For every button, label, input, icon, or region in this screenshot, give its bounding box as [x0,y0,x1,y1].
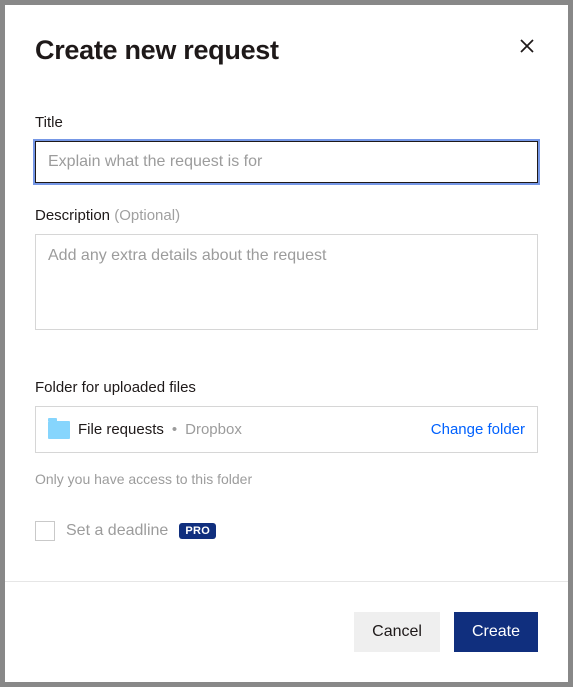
dialog-heading: Create new request [35,35,279,66]
close-icon [518,37,536,58]
folder-name: File requests [78,421,164,438]
folder-path: Dropbox [185,421,242,438]
change-folder-link[interactable]: Change folder [431,421,525,438]
folder-helper-text: Only you have access to this folder [35,471,538,487]
description-field-block: Description (Optional) [35,207,538,335]
optional-hint: (Optional) [114,207,180,224]
title-field-block: Title [35,114,538,183]
cancel-button[interactable]: Cancel [354,612,440,652]
deadline-checkbox[interactable] [35,521,55,541]
deadline-row: Set a deadline PRO [35,521,538,541]
folder-picker: File requests • Dropbox Change folder [35,406,538,453]
pro-badge: PRO [179,523,216,539]
dialog-footer: Cancel Create [5,581,568,682]
folder-selection: File requests • Dropbox [48,421,242,439]
folder-icon [48,421,70,439]
description-input[interactable] [35,234,538,330]
deadline-label: Set a deadline [66,522,168,540]
create-request-dialog: Create new request Title Description (Op… [5,5,568,682]
close-button[interactable] [516,35,538,60]
folder-separator: • [172,421,177,438]
dialog-header: Create new request [35,35,538,66]
description-label: Description (Optional) [35,207,538,224]
create-button[interactable]: Create [454,612,538,652]
dialog-body: Create new request Title Description (Op… [5,5,568,581]
title-label: Title [35,114,538,131]
folder-section-label: Folder for uploaded files [35,379,538,396]
title-input[interactable] [35,141,538,183]
description-label-text: Description [35,207,110,224]
